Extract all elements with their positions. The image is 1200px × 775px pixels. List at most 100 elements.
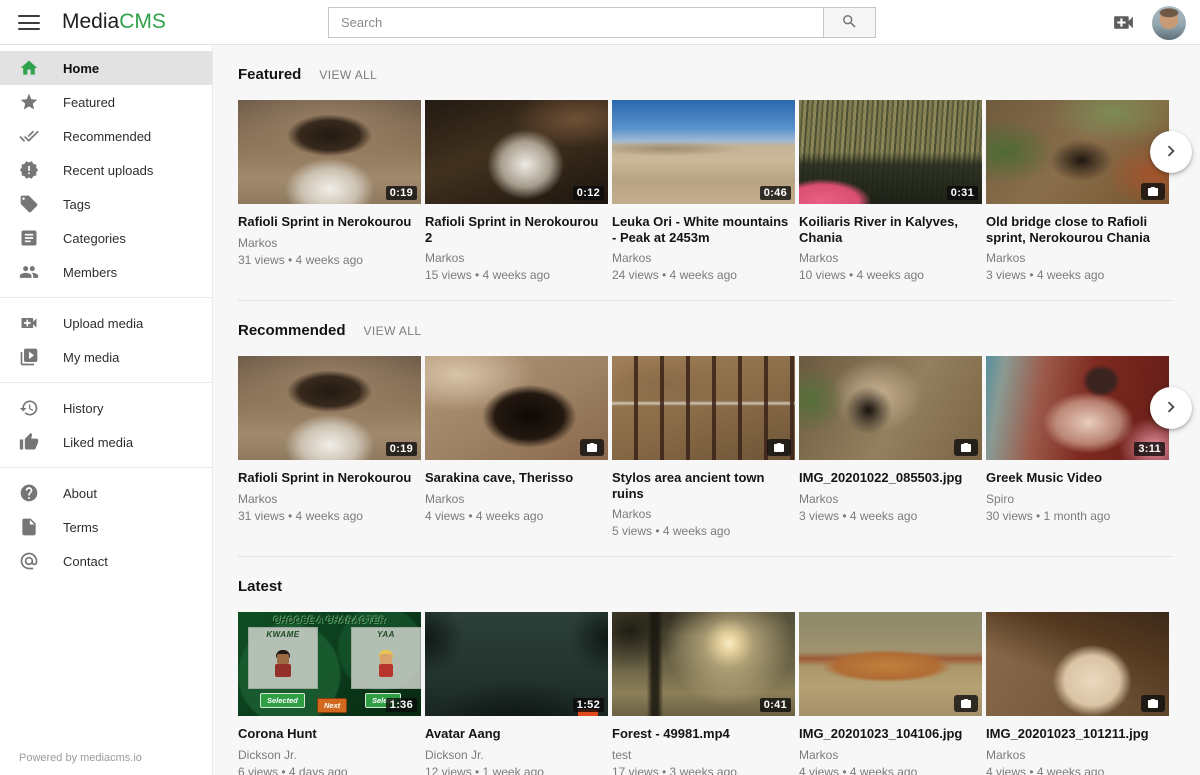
media-title[interactable]: Old bridge close to Rafioli sprint, Nero… — [986, 214, 1169, 245]
media-meta: 6 views • 4 days ago — [238, 765, 421, 775]
media-author[interactable]: Dickson Jr. — [238, 748, 421, 762]
sidebar-item-label: Recent uploads — [63, 163, 153, 178]
sidebar-item-home[interactable]: Home — [0, 51, 212, 85]
sidebar-item-liked-media[interactable]: Liked media — [0, 425, 212, 459]
media-title[interactable]: Sarakina cave, Therisso — [425, 470, 608, 486]
media-card[interactable]: 1:52 Avatar Aang Dickson Jr. 12 views • … — [425, 612, 608, 775]
media-thumbnail[interactable] — [612, 356, 795, 460]
media-title[interactable]: Leuka Ori - White mountains - Peak at 24… — [612, 214, 795, 245]
document-icon — [19, 517, 39, 537]
avatar[interactable] — [1152, 6, 1186, 40]
media-author[interactable]: Dickson Jr. — [425, 748, 608, 762]
media-thumbnail[interactable]: 3:11 — [986, 356, 1169, 460]
media-title[interactable]: IMG_20201023_101211.jpg — [986, 726, 1169, 742]
media-meta: 4 views • 4 weeks ago — [986, 765, 1169, 775]
chevron-right-icon — [1160, 140, 1182, 165]
media-title[interactable]: Corona Hunt — [238, 726, 421, 742]
media-author[interactable]: Markos — [425, 492, 608, 506]
media-thumbnail[interactable]: CHOOSE A CHARACTER KWAME YAA Selected Ne… — [238, 612, 421, 716]
media-card[interactable]: 3:11 Greek Music Video Spiro 30 views • … — [986, 356, 1169, 538]
media-author[interactable]: Markos — [799, 748, 982, 762]
sidebar-item-history[interactable]: History — [0, 391, 212, 425]
section-recommended: Recommended VIEW ALL 0:19 Rafioli Sprint… — [238, 301, 1172, 557]
media-card[interactable]: CHOOSE A CHARACTER KWAME YAA Selected Ne… — [238, 612, 421, 775]
media-thumbnail[interactable]: 0:19 — [238, 356, 421, 460]
media-card[interactable]: Old bridge close to Rafioli sprint, Nero… — [986, 100, 1169, 282]
media-author[interactable]: Markos — [238, 236, 421, 250]
media-title[interactable]: Koiliaris River in Kalyves, Chania — [799, 214, 982, 245]
sidebar-item-my-media[interactable]: My media — [0, 340, 212, 374]
sidebar-item-tags[interactable]: Tags — [0, 187, 212, 221]
sidebar-item-contact[interactable]: Contact — [0, 544, 212, 578]
media-title[interactable]: Avatar Aang — [425, 726, 608, 742]
media-author[interactable]: test — [612, 748, 795, 762]
media-thumbnail[interactable] — [799, 356, 982, 460]
media-card[interactable]: 0:19 Rafioli Sprint in Nerokourou Markos… — [238, 356, 421, 538]
view-all-link[interactable]: VIEW ALL — [319, 68, 377, 82]
media-thumbnail[interactable]: 0:12 — [425, 100, 608, 204]
search-input[interactable] — [328, 7, 823, 38]
video-plus-icon[interactable] — [1111, 10, 1136, 35]
media-thumbnail[interactable]: 0:19 — [238, 100, 421, 204]
section-header: Featured VIEW ALL — [238, 66, 1172, 83]
sidebar-item-featured[interactable]: Featured — [0, 85, 212, 119]
sidebar-divider — [0, 297, 212, 298]
hamburger-icon[interactable] — [18, 15, 40, 30]
media-author[interactable]: Markos — [425, 251, 608, 265]
media-author[interactable]: Spiro — [986, 492, 1169, 506]
sidebar: Home Featured Recommended Recent uploads… — [0, 45, 213, 775]
media-card[interactable]: IMG_20201022_085503.jpg Markos 3 views •… — [799, 356, 982, 538]
media-title[interactable]: Stylos area ancient town ruins — [612, 470, 795, 501]
media-meta: 15 views • 4 weeks ago — [425, 268, 608, 282]
media-card[interactable]: IMG_20201023_104106.jpg Markos 4 views •… — [799, 612, 982, 775]
media-card[interactable]: 0:46 Leuka Ori - White mountains - Peak … — [612, 100, 795, 282]
media-thumbnail[interactable] — [986, 612, 1169, 716]
media-title[interactable]: Greek Music Video — [986, 470, 1169, 486]
media-title[interactable]: IMG_20201022_085503.jpg — [799, 470, 982, 486]
sidebar-item-about[interactable]: About — [0, 476, 212, 510]
media-author[interactable]: Markos — [612, 507, 795, 521]
media-author[interactable]: Markos — [799, 251, 982, 265]
media-card[interactable]: IMG_20201023_101211.jpg Markos 4 views •… — [986, 612, 1169, 775]
sidebar-item-recommended[interactable]: Recommended — [0, 119, 212, 153]
media-card[interactable]: Stylos area ancient town ruins Markos 5 … — [612, 356, 795, 538]
media-thumbnail[interactable] — [425, 356, 608, 460]
app-logo[interactable]: MediaCMS — [62, 10, 166, 34]
media-title[interactable]: Rafioli Sprint in Nerokourou — [238, 470, 421, 486]
media-card[interactable]: Sarakina cave, Therisso Markos 4 views •… — [425, 356, 608, 538]
sidebar-item-recent-uploads[interactable]: Recent uploads — [0, 153, 212, 187]
sidebar-item-members[interactable]: Members — [0, 255, 212, 289]
media-card[interactable]: 0:31 Koiliaris River in Kalyves, Chania … — [799, 100, 982, 282]
sidebar-group: History Liked media — [0, 385, 212, 465]
media-author[interactable]: Markos — [986, 251, 1169, 265]
media-title[interactable]: Rafioli Sprint in Nerokourou — [238, 214, 421, 230]
scroll-right-button[interactable] — [1150, 387, 1192, 429]
media-thumbnail[interactable] — [986, 100, 1169, 204]
media-author[interactable]: Markos — [799, 492, 982, 506]
media-title[interactable]: Forest - 49981.mp4 — [612, 726, 795, 742]
search-button[interactable] — [823, 7, 876, 38]
media-card[interactable]: 0:41 Forest - 49981.mp4 test 17 views • … — [612, 612, 795, 775]
media-author[interactable]: Markos — [612, 251, 795, 265]
media-thumbnail[interactable] — [799, 612, 982, 716]
media-title[interactable]: Rafioli Sprint in Nerokourou 2 — [425, 214, 608, 245]
sidebar-item-upload-media[interactable]: Upload media — [0, 306, 212, 340]
media-card[interactable]: 0:19 Rafioli Sprint in Nerokourou Markos… — [238, 100, 421, 282]
media-meta: 31 views • 4 weeks ago — [238, 253, 421, 267]
media-thumbnail[interactable]: 1:52 — [425, 612, 608, 716]
media-thumbnail[interactable]: 0:46 — [612, 100, 795, 204]
media-thumbnail[interactable]: 0:41 — [612, 612, 795, 716]
sidebar-item-categories[interactable]: Categories — [0, 221, 212, 255]
section-title: Recommended — [238, 322, 346, 339]
media-card[interactable]: 0:12 Rafioli Sprint in Nerokourou 2 Mark… — [425, 100, 608, 282]
history-icon — [19, 398, 39, 418]
media-author[interactable]: Markos — [238, 492, 421, 506]
scroll-right-button[interactable] — [1150, 131, 1192, 173]
topbar-actions — [1111, 0, 1186, 45]
media-title[interactable]: IMG_20201023_104106.jpg — [799, 726, 982, 742]
media-meta: 5 views • 4 weeks ago — [612, 524, 795, 538]
sidebar-item-terms[interactable]: Terms — [0, 510, 212, 544]
media-thumbnail[interactable]: 0:31 — [799, 100, 982, 204]
media-author[interactable]: Markos — [986, 748, 1169, 762]
view-all-link[interactable]: VIEW ALL — [364, 324, 422, 338]
